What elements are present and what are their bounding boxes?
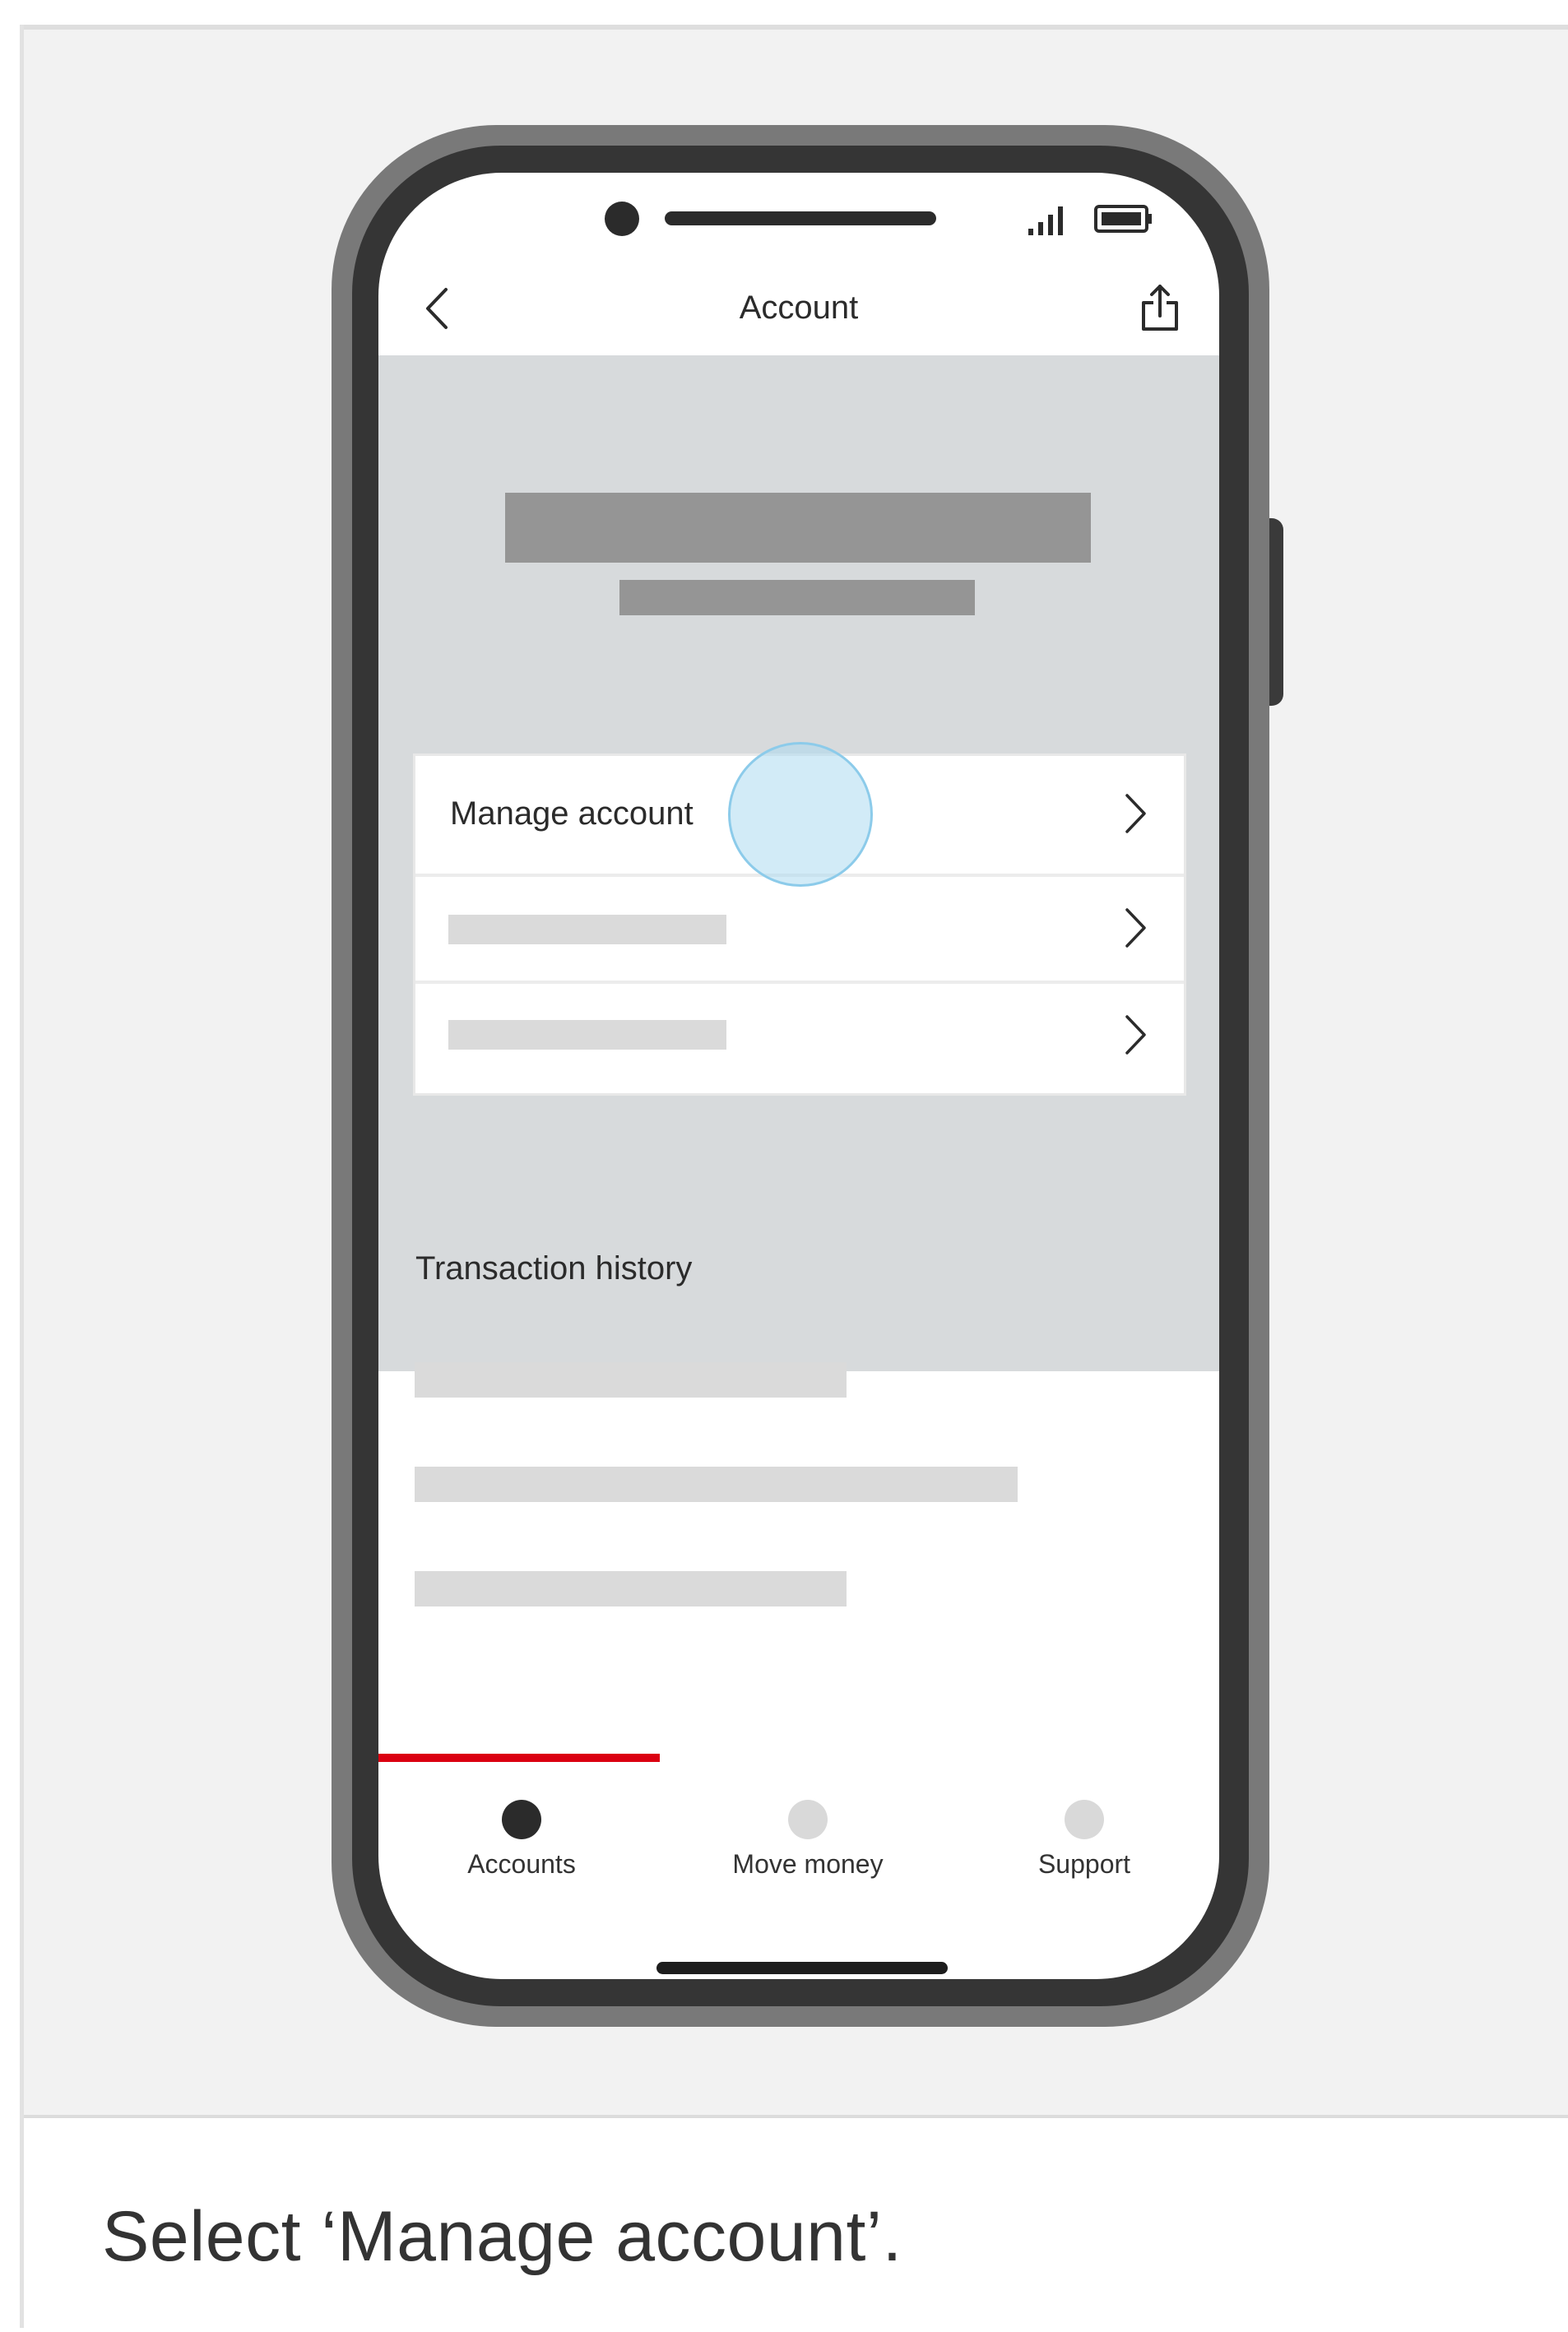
tab-move-money-label: Move money	[732, 1849, 884, 1879]
transaction-row-placeholder	[415, 1571, 847, 1606]
transaction-row-placeholder	[415, 1467, 1018, 1502]
step-caption: Select ‘Manage account’.	[102, 2197, 902, 2276]
tab-move-money[interactable]: Move money	[701, 1800, 915, 1907]
account-option-item[interactable]	[415, 981, 1184, 1093]
tab-support-icon	[1065, 1800, 1104, 1839]
tab-accounts-icon	[502, 1800, 541, 1839]
tab-support[interactable]: Support	[977, 1800, 1191, 1907]
account-option-item[interactable]	[415, 874, 1184, 979]
manage-account-label: Manage account	[450, 795, 694, 832]
signal-bars-icon	[1028, 206, 1063, 235]
home-indicator	[656, 1962, 948, 1974]
panel-divider	[24, 2115, 1568, 2118]
account-number-placeholder	[619, 580, 975, 615]
transaction-row-placeholder	[415, 1362, 847, 1398]
tap-indicator	[728, 742, 873, 887]
share-icon[interactable]	[1135, 280, 1185, 337]
active-tab-indicator	[378, 1754, 660, 1762]
speaker-grille	[665, 211, 936, 225]
page-title: Account	[739, 290, 859, 326]
tab-move-money-icon	[788, 1800, 828, 1839]
chevron-right-icon	[1125, 1015, 1146, 1055]
account-name-placeholder	[505, 493, 1091, 563]
tab-accounts-label: Accounts	[467, 1849, 576, 1879]
phone-screen: Account Manage account Transaction histo…	[378, 173, 1219, 1979]
battery-icon	[1094, 205, 1152, 233]
option-label-placeholder	[448, 915, 726, 944]
transaction-history-title: Transaction history	[415, 1250, 693, 1287]
tab-accounts[interactable]: Accounts	[415, 1800, 629, 1907]
front-camera	[605, 202, 639, 236]
option-label-placeholder	[448, 1020, 726, 1050]
chevron-right-icon	[1125, 794, 1146, 833]
tab-support-label: Support	[1037, 1849, 1131, 1879]
chevron-right-icon	[1125, 908, 1146, 948]
